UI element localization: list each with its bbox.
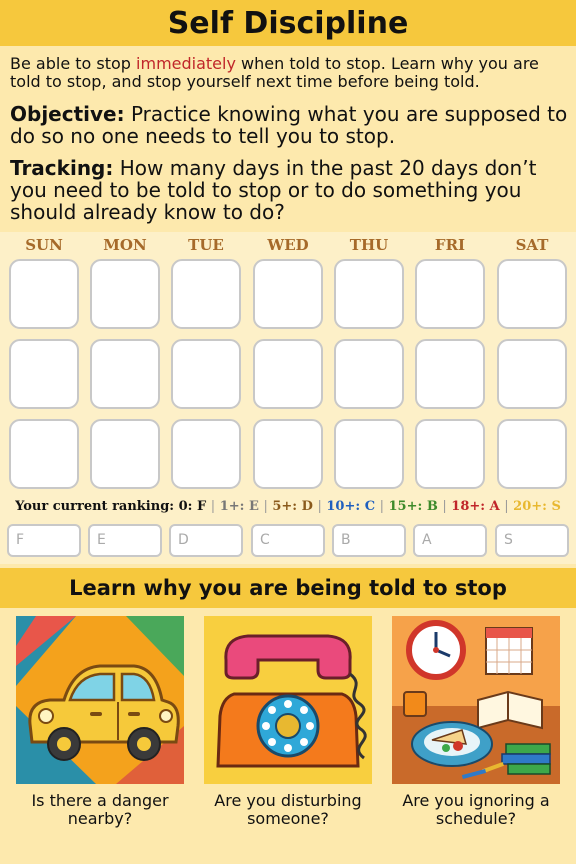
ranking-box-b[interactable]: B [332, 524, 406, 557]
description-text: Be able to stop [10, 54, 137, 73]
ranking-tier-grade: C [364, 499, 376, 514]
ranking-separator: | [379, 499, 384, 514]
ranking-tier-threshold: 10+: [326, 499, 361, 514]
card-caption-danger: Is there a danger nearby? [31, 791, 169, 828]
day-cell[interactable] [9, 419, 79, 489]
day-cell[interactable] [253, 259, 323, 329]
ranking-tier-grade: D [301, 499, 313, 514]
ranking-box-a[interactable]: A [413, 524, 487, 557]
ranking-box-f[interactable]: F [7, 524, 81, 557]
day-cell[interactable] [497, 339, 567, 409]
ranking-tier-threshold: 18+: [451, 499, 486, 514]
ranking-separator: | [210, 499, 216, 514]
learn-title: Learn why you are being told to stop [69, 576, 507, 600]
ranking-tier-threshold: 0: [178, 499, 193, 514]
page-title: Self Discipline [167, 5, 409, 41]
day-cell[interactable] [415, 419, 485, 489]
day-header-fri: FRI [434, 236, 466, 254]
ranking-separator: | [263, 499, 268, 514]
card-caption-disturbing: Are you disturbing someone? [214, 791, 362, 828]
ranking-separator: | [317, 499, 322, 514]
day-header-mon: MON [103, 236, 147, 254]
card-caption-schedule: Are you ignoring a schedule? [402, 791, 550, 828]
day-cell[interactable] [334, 259, 404, 329]
ranking-box-d[interactable]: D [169, 524, 243, 557]
day-cell[interactable] [90, 339, 160, 409]
description-highlight: immediately [136, 54, 236, 73]
ranking-tier-grade: E [248, 499, 259, 514]
ranking-tier-grade: A [489, 499, 500, 514]
ranking-legend: Your current ranking: 0: F | 1+: E | 5+:… [0, 499, 576, 514]
day-cell[interactable] [334, 339, 404, 409]
day-cell[interactable] [171, 339, 241, 409]
tracking: Tracking: How many days in the past 20 d… [10, 157, 570, 223]
day-header-sun: SUN [25, 236, 63, 254]
ranking-tier-threshold: 20+: [513, 499, 547, 514]
description: Be able to stop immediately when told to… [10, 55, 568, 91]
clock-calendar-icon [392, 616, 560, 784]
ranking-tier-grade: F [197, 499, 207, 514]
ranking-tier-threshold: 15+: [388, 499, 423, 514]
ranking-box-e[interactable]: E [88, 524, 162, 557]
day-cell[interactable] [253, 419, 323, 489]
objective: Objective: Practice knowing what you are… [10, 103, 570, 147]
ranking-separator: | [504, 499, 509, 514]
ranking-box-c[interactable]: C [251, 524, 325, 557]
day-cell[interactable] [9, 339, 79, 409]
tracking-label: Tracking: [10, 156, 114, 180]
title-bar: Self Discipline [0, 0, 576, 46]
day-header-tue: TUE [188, 236, 224, 254]
day-header-wed: WED [267, 236, 309, 254]
day-cell[interactable] [334, 419, 404, 489]
day-header-sat: SAT [515, 236, 549, 254]
ranking-tier-threshold: 5+: [272, 499, 298, 514]
ranking-tier-threshold: 1+: [219, 499, 245, 514]
telephone-icon [204, 616, 372, 784]
day-cell[interactable] [497, 259, 567, 329]
day-header-thu: THU [349, 236, 389, 254]
ranking-separator: | [442, 499, 447, 514]
car-icon [16, 616, 184, 784]
day-cell[interactable] [497, 419, 567, 489]
ranking-box-s[interactable]: S [495, 524, 569, 557]
day-cell[interactable] [171, 259, 241, 329]
day-cell[interactable] [9, 259, 79, 329]
day-cell[interactable] [171, 419, 241, 489]
objective-label: Objective: [10, 102, 125, 126]
day-cell[interactable] [253, 339, 323, 409]
learn-banner: Learn why you are being told to stop [0, 568, 576, 608]
day-cell[interactable] [415, 259, 485, 329]
day-cell[interactable] [90, 259, 160, 329]
day-cell[interactable] [415, 339, 485, 409]
ranking-tier-grade: S [551, 499, 561, 514]
ranking-tier-grade: B [426, 499, 438, 514]
ranking-label: Your current ranking: [15, 499, 175, 514]
day-cell[interactable] [90, 419, 160, 489]
